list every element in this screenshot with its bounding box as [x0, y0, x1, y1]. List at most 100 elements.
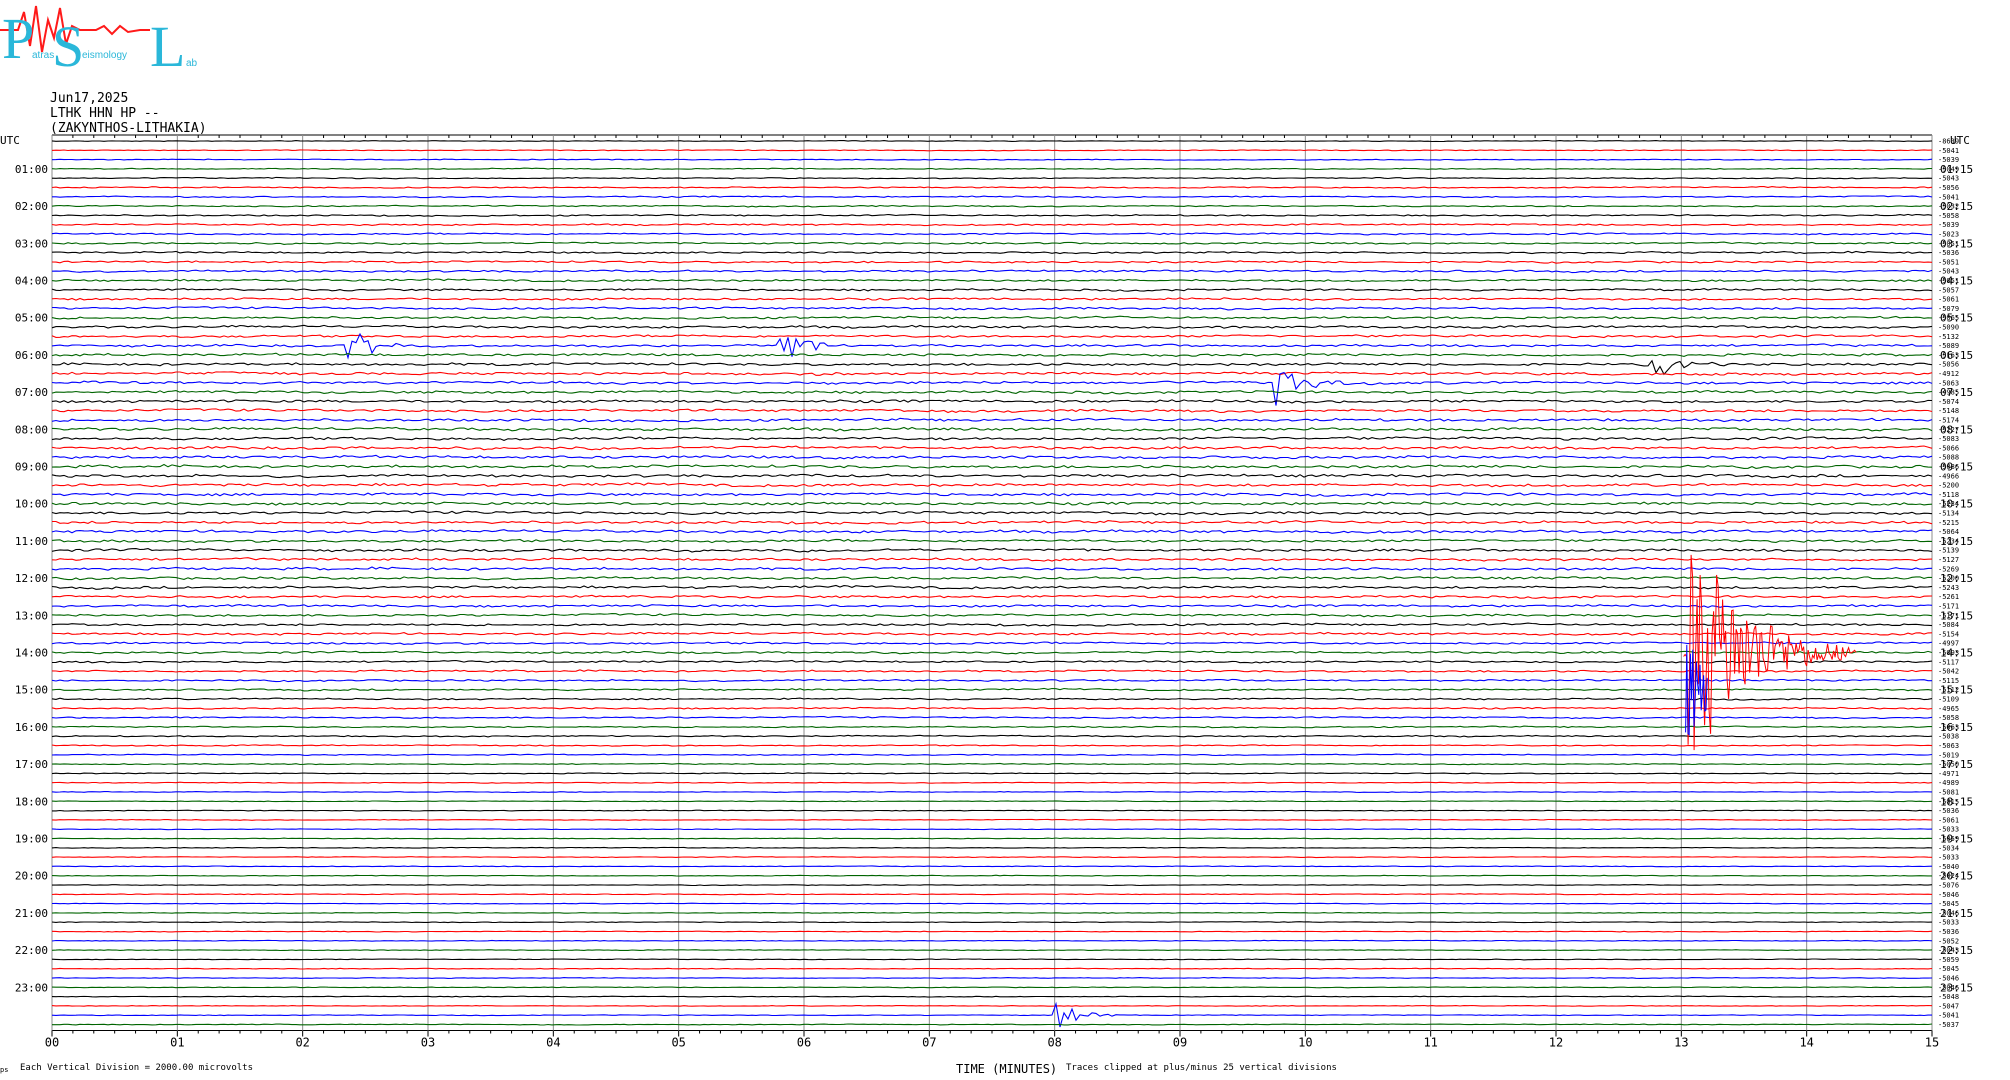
trace-row — [51, 622, 1933, 627]
trace-row — [51, 278, 1933, 283]
trace-row — [51, 781, 1933, 784]
trace-row — [51, 986, 1933, 989]
x-tick-label: 05 — [671, 1036, 685, 1050]
trace-row — [51, 744, 1933, 747]
row-offset-label: -5036 — [1938, 928, 1959, 936]
right-hour-label: 01:15 — [1940, 163, 1973, 176]
row-offset-label: -4912 — [1938, 370, 1959, 378]
right-hour-label: 12:15 — [1940, 572, 1973, 585]
trace-row — [52, 1023, 1933, 1026]
trace-row — [51, 315, 1933, 320]
trace-row — [51, 650, 1933, 655]
left-hour-label: 12:00 — [15, 572, 48, 585]
trace-row — [51, 269, 1933, 274]
row-offset-label: -5046 — [1938, 891, 1959, 899]
right-hour-label: 11:15 — [1940, 535, 1973, 548]
right-hour-label: 07:15 — [1940, 386, 1973, 399]
trace-row — [51, 417, 1933, 423]
trace-row — [51, 669, 1932, 673]
x-tick-label: 12 — [1549, 1036, 1563, 1050]
trace-row — [51, 538, 1933, 544]
trace-row — [51, 584, 1933, 590]
right-utc-label: UTC — [1950, 134, 1970, 147]
x-tick-label: 14 — [1799, 1036, 1813, 1050]
trace-row — [51, 818, 1933, 821]
trace-row — [51, 865, 1933, 868]
trace-row — [51, 734, 1933, 738]
trace-row — [51, 921, 1933, 924]
left-hour-label: 02:00 — [15, 200, 48, 213]
trace-row — [51, 613, 1933, 618]
trace-row — [51, 213, 1933, 217]
row-offset-label: -5132 — [1938, 333, 1959, 341]
left-hour-label: 01:00 — [15, 163, 48, 176]
row-offset-label: -5215 — [1938, 519, 1959, 527]
trace-row — [51, 856, 1933, 859]
trace-row — [51, 631, 1933, 636]
right-hour-label: 08:15 — [1940, 423, 1973, 436]
right-hour-label: 09:15 — [1940, 461, 1973, 474]
trace-row — [51, 846, 1933, 849]
trace-row — [51, 288, 1933, 292]
x-tick-label: 01 — [170, 1036, 184, 1050]
trace-row — [51, 762, 1933, 766]
trace-row — [51, 482, 1932, 488]
trace-row — [51, 223, 1933, 227]
row-offset-label: -5066 — [1938, 444, 1959, 452]
row-offset-label: -5037 — [1938, 1021, 1959, 1029]
clip-note: Traces clipped at plus/minus 25 vertical… — [1066, 1063, 1337, 1073]
trace-row — [51, 260, 1933, 264]
left-hour-label: 03:00 — [15, 237, 48, 250]
trace-row — [51, 436, 1933, 441]
trace-row — [51, 334, 1933, 339]
trace-row — [51, 976, 1933, 979]
left-hour-label: 19:00 — [15, 833, 48, 846]
trace-row — [51, 566, 1933, 571]
trace-row — [51, 1004, 1933, 1007]
trace-row — [51, 687, 1933, 692]
trace-row — [51, 399, 1933, 404]
row-offset-label: -5039 — [1938, 221, 1959, 229]
x-tick-label: 04 — [546, 1036, 560, 1050]
trace-row — [51, 828, 1933, 831]
trace-row — [51, 1001, 1932, 1028]
trace-row — [51, 902, 1933, 905]
trace-row — [51, 949, 1933, 952]
trace-row — [51, 529, 1933, 534]
right-hour-label: 23:15 — [1940, 981, 1973, 994]
x-tick-label: 13 — [1674, 1036, 1688, 1050]
x-tick-label: 11 — [1423, 1036, 1437, 1050]
left-hour-label: 15:00 — [15, 684, 48, 697]
trace-row — [51, 241, 1933, 245]
row-offset-label: -5033 — [1938, 854, 1959, 862]
row-offset-label: -5041 — [1938, 147, 1959, 155]
x-tick-label: 07 — [922, 1036, 936, 1050]
trace-row — [51, 911, 1933, 914]
trace-row — [51, 359, 1933, 376]
x-tick-label: 06 — [797, 1036, 811, 1050]
trace-row — [51, 800, 1933, 803]
row-offset-label: -4966 — [1938, 472, 1959, 480]
trace-row — [51, 324, 1933, 329]
trace-row — [51, 501, 1933, 507]
helicorder-chart: 00 01 02 03 04 05 06 07 08 09 10 11 12 13 14 15-8639-50… — [0, 134, 1973, 1050]
right-hour-label: 17:15 — [1940, 758, 1973, 771]
row-offset-label: -5200 — [1938, 482, 1959, 490]
trace-row — [51, 473, 1933, 479]
trace-row — [51, 697, 1933, 701]
trace-row — [51, 297, 1933, 301]
row-offset-label: -5042 — [1938, 668, 1959, 676]
row-offset-label: -5154 — [1938, 630, 1959, 638]
trace-row — [52, 884, 1933, 887]
left-hour-label: 13:00 — [15, 609, 48, 622]
left-utc-label: UTC — [0, 134, 20, 147]
trace-row — [51, 408, 1933, 414]
trace-row — [51, 454, 1933, 460]
row-offset-label: -5063 — [1938, 742, 1959, 750]
trace-row — [51, 576, 1932, 581]
left-hour-label: 17:00 — [15, 758, 48, 771]
trace-row — [51, 790, 1933, 794]
trace-row — [51, 725, 1932, 729]
right-hour-label: 04:15 — [1940, 275, 1973, 288]
trace-row — [51, 594, 1933, 599]
